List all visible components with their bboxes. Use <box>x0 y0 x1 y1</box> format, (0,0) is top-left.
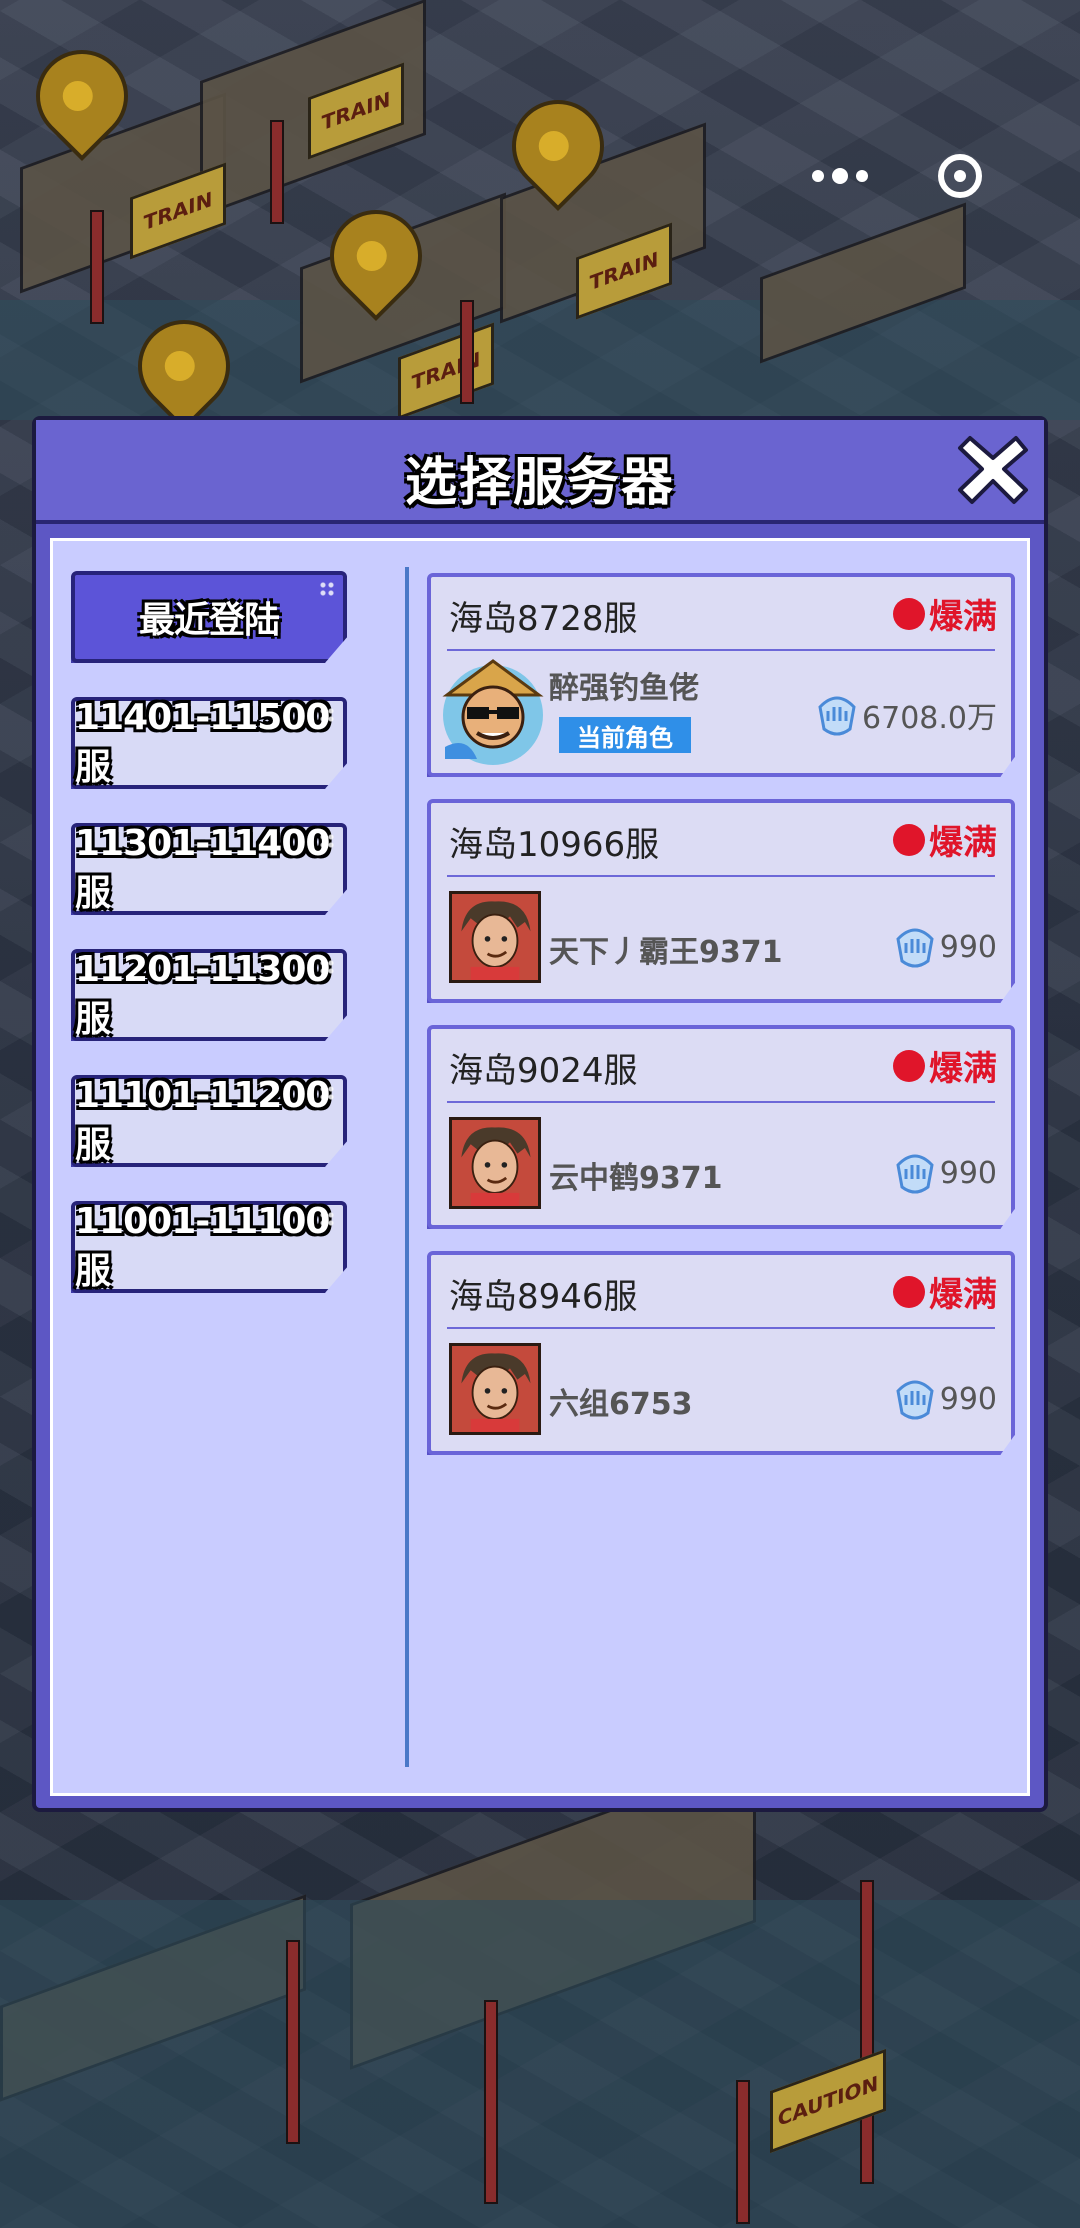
fist-power-icon <box>896 1380 934 1420</box>
status-dot-icon <box>893 1275 925 1308</box>
close-dialog-button[interactable] <box>956 432 1030 506</box>
status-text: 爆满 <box>929 1049 997 1089</box>
tab-corner-dots <box>319 833 335 849</box>
server-card[interactable]: 海岛10966服 爆满 天下丿霸王9371 990 <box>427 799 1015 1003</box>
card-divider <box>447 1101 995 1103</box>
status-dot-icon <box>893 823 925 856</box>
more-menu-button[interactable] <box>780 128 900 224</box>
tab-label: 11401-11500服 <box>75 696 330 788</box>
character-name: 六组6753 <box>549 1387 693 1422</box>
target-circle-icon <box>938 154 982 198</box>
tab-corner-dots <box>319 1085 335 1101</box>
close-miniprogram-button[interactable] <box>900 128 1020 224</box>
column-divider <box>405 567 409 1767</box>
server-status: 爆满 <box>893 589 997 638</box>
miniprogram-capsule <box>780 128 1020 224</box>
tab-corner-dots <box>319 1211 335 1227</box>
status-dot-icon <box>893 1049 925 1082</box>
server-card[interactable]: 海岛8728服 爆满 醉强钓鱼佬 当前角色 6708.0万 <box>427 573 1015 777</box>
dialog-body: 最近登陆 11401-11500服 11301-11400服 11201-113… <box>50 538 1030 1796</box>
server-card[interactable]: 海岛9024服 爆满 云中鹤9371 990 <box>427 1025 1015 1229</box>
power-value: 990 <box>939 929 997 965</box>
tab-server-range-11301-11400[interactable]: 11301-11400服 <box>71 823 347 915</box>
red-pole <box>270 120 284 224</box>
red-pole <box>286 1940 300 2144</box>
server-status: 爆满 <box>893 1041 997 1090</box>
more-dots-icon <box>812 168 868 184</box>
server-name: 海岛10966服 <box>449 825 660 865</box>
server-status: 爆满 <box>893 815 997 864</box>
combat-power: 990 <box>892 1375 997 1423</box>
power-value: 990 <box>939 1381 997 1417</box>
combat-power: 990 <box>892 1149 997 1197</box>
red-pole <box>460 300 474 404</box>
power-value: 990 <box>939 1155 997 1191</box>
fist-power-icon <box>818 696 856 736</box>
status-text: 爆满 <box>929 597 997 637</box>
character-avatar <box>449 1117 541 1209</box>
fist-power-icon <box>896 1154 934 1194</box>
card-divider <box>447 875 995 877</box>
combat-power: 6708.0万 <box>814 691 997 739</box>
tab-server-range-11401-11500[interactable]: 11401-11500服 <box>71 697 347 789</box>
status-text: 爆满 <box>929 1275 997 1315</box>
character-avatar <box>449 891 541 983</box>
tab-label: 11201-11300服 <box>75 948 330 1040</box>
tab-recent-login[interactable]: 最近登陆 <box>71 571 347 663</box>
red-pole <box>484 2000 498 2204</box>
combat-power: 990 <box>892 923 997 971</box>
server-select-dialog: 选择服务器 最近登陆 11401-11500服 11301-11400服 112… <box>32 416 1048 1812</box>
power-value: 6708.0万 <box>862 701 997 736</box>
tab-corner-dots <box>319 707 335 723</box>
character-name: 天下丿霸王9371 <box>549 935 783 970</box>
server-card[interactable]: 海岛8946服 爆满 六组6753 990 <box>427 1251 1015 1455</box>
tab-server-range-11001-11100[interactable]: 11001-11100服 <box>71 1201 347 1293</box>
fist-power-icon <box>896 928 934 968</box>
character-avatar <box>449 1343 541 1435</box>
red-pole <box>736 2080 750 2224</box>
card-divider <box>447 649 995 651</box>
status-text: 爆满 <box>929 823 997 863</box>
server-status: 爆满 <box>893 1267 997 1316</box>
red-pole <box>90 210 104 324</box>
tab-corner-dots <box>319 959 335 975</box>
close-x-icon <box>958 436 1028 504</box>
tab-label: 最近登陆 <box>138 600 280 641</box>
tab-label: 11301-11400服 <box>75 822 330 914</box>
tab-server-range-11101-11200[interactable]: 11101-11200服 <box>71 1075 347 1167</box>
server-name: 海岛8728服 <box>449 599 638 639</box>
character-name: 云中鹤9371 <box>549 1161 723 1196</box>
character-avatar <box>437 655 549 767</box>
red-pole <box>860 1880 874 2184</box>
tab-server-range-11201-11300[interactable]: 11201-11300服 <box>71 949 347 1041</box>
water-area <box>0 1900 1080 2228</box>
tab-label: 11101-11200服 <box>75 1074 330 1166</box>
dialog-header: 选择服务器 <box>36 420 1044 524</box>
character-name: 醉强钓鱼佬 <box>549 671 699 706</box>
tab-corner-dots <box>319 581 335 597</box>
server-name: 海岛8946服 <box>449 1277 638 1317</box>
tab-label: 11001-11100服 <box>75 1200 330 1292</box>
server-name: 海岛9024服 <box>449 1051 638 1091</box>
card-divider <box>447 1327 995 1329</box>
dialog-title: 选择服务器 <box>404 453 675 513</box>
current-character-badge: 当前角色 <box>559 717 691 753</box>
status-dot-icon <box>893 597 925 630</box>
